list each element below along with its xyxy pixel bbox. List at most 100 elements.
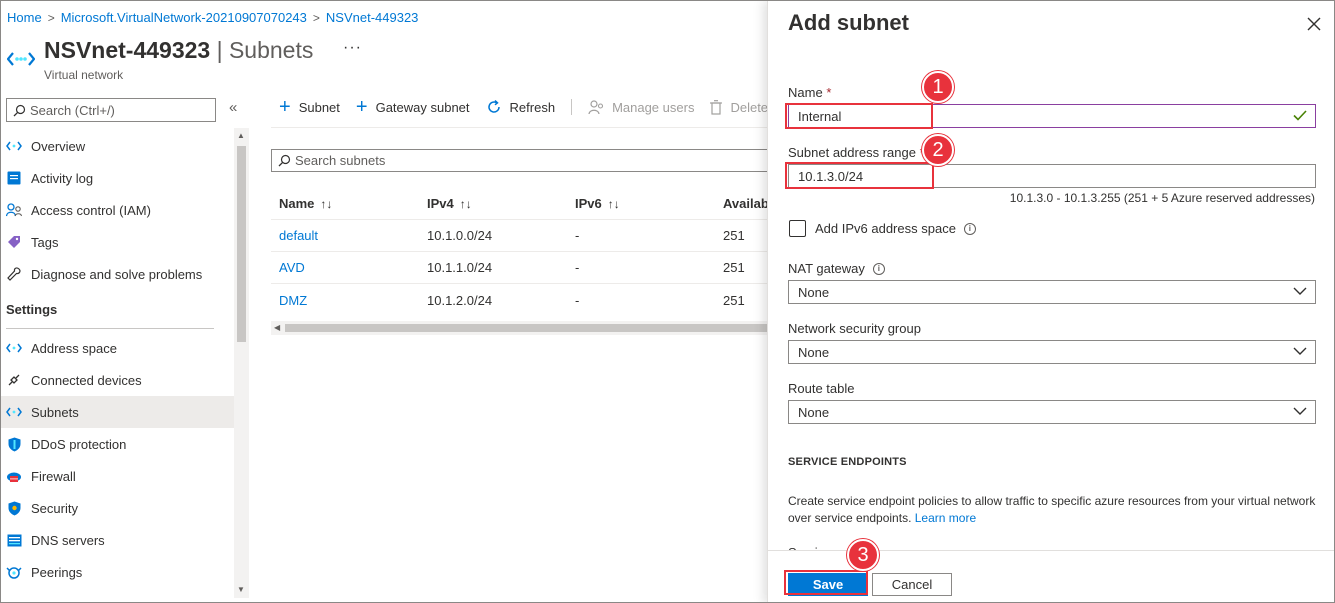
nav-label: Diagnose and solve problems [31,266,203,282]
scroll-down-icon[interactable]: ▼ [237,585,245,594]
nav-item-diagnose[interactable]: Diagnose and solve problems [1,258,234,290]
activity-log-icon [6,170,22,186]
column-header-name[interactable]: Name ↑↓ [271,196,419,211]
nav-item-firewall[interactable]: Firewall [1,460,234,492]
scroll-up-icon[interactable]: ▲ [237,131,245,140]
refresh-button[interactable]: Refresh [486,99,555,115]
dns-icon [6,532,22,548]
column-header-ipv6[interactable]: IPv6 ↑↓ [567,196,715,211]
peering-icon [6,564,22,580]
nsg-select[interactable]: None [788,340,1316,364]
search-icon [278,154,291,167]
subnet-name-link[interactable]: default [271,228,419,243]
annotation-highlight-name [785,103,933,129]
close-icon[interactable] [1303,13,1325,35]
more-options-icon[interactable]: ··· [343,39,362,57]
nat-gateway-value: None [798,284,830,300]
address-range-helper: 10.1.3.0 - 10.1.3.255 (251 + 5 Azure res… [1009,191,1315,205]
column-header-available[interactable]: Available [715,196,767,211]
chevron-down-icon [1293,407,1307,415]
route-table-value: None [798,404,830,420]
toolbar-divider-line [271,127,767,128]
cancel-button[interactable]: Cancel [872,573,952,596]
ipv4-cell: 10.1.1.0/24 [427,260,493,275]
scroll-left-icon[interactable]: ◀ [274,323,280,332]
nav-item-ddos-protection[interactable]: DDoS protection [1,428,234,460]
subnet-name-link[interactable]: AVD [271,260,419,275]
toolbar-divider [571,99,573,115]
vnet-icon [6,404,22,420]
scrollbar-thumb[interactable] [285,324,767,332]
route-table-select[interactable]: None [788,400,1316,424]
ipv6-label: Add IPv6 address space i [815,221,976,236]
iam-icon [6,202,22,218]
service-endpoints-description: Create service endpoint policies to allo… [788,493,1328,527]
command-bar: + Subnet + Gateway subnet Refresh Manage u… [279,96,784,118]
title-separator: | [216,37,223,63]
header-label: IPv4 [427,196,454,211]
nav-label: Address space [31,340,117,356]
sort-icon: ↑↓ [607,197,620,211]
name-label: Name * [788,85,831,100]
manage-users-button[interactable]: Manage users [588,100,694,115]
nav-item-subnets[interactable]: Subnets [1,396,234,428]
address-range-label-text: Subnet address range [788,145,916,160]
nav-item-activity-log[interactable]: Activity log [1,162,234,194]
breadcrumb-separator-icon: > [312,11,320,25]
nav-label: DDoS protection [31,436,127,452]
collapse-nav-icon[interactable]: « [229,99,237,116]
address-range-label: Subnet address range * [788,145,925,160]
delete-button[interactable]: Delete [710,100,768,115]
nav-item-overview[interactable]: Overview [1,130,234,162]
add-gateway-subnet-button[interactable]: + Gateway subnet [355,96,470,118]
users-icon [588,99,604,114]
learn-more-link[interactable]: Learn more [915,511,976,525]
subnet-search-input[interactable]: Search subnets [271,149,771,172]
nav-item-peerings[interactable]: Peerings [1,556,234,588]
nav-item-security[interactable]: Security [1,492,234,524]
service-desc-text: Create service endpoint policies to allo… [788,494,1316,525]
nav-label: Connected devices [31,372,142,388]
nav-scrollbar[interactable]: ▲ ▼ [234,128,249,598]
header-label: Name [279,196,315,211]
available-cell: 251 [723,292,745,308]
breadcrumb-home[interactable]: Home [7,10,42,25]
nav-item-tags[interactable]: Tags [1,226,234,258]
info-icon[interactable]: i [963,222,976,235]
subnet-name-link[interactable]: DMZ [271,293,419,308]
nav-label: Security [31,500,78,516]
subnets-table: Name ↑↓ IPv4 ↑↓ IPv6 ↑↓ Available default 1… [271,188,767,316]
annotation-badge-2: 2 [922,134,954,166]
nav-item-dns-servers[interactable]: DNS servers [1,524,234,556]
nav-label: Access control (IAM) [31,202,151,218]
plus-icon: + [355,96,368,118]
breadcrumb-current[interactable]: NSVnet-449323 [326,10,419,25]
scrollbar-thumb[interactable] [237,146,246,342]
annotation-badge-1: 1 [922,71,954,103]
nav-search-input[interactable]: Search (Ctrl+/) [6,98,216,122]
chevron-down-icon [1293,347,1307,355]
delete-label: Delete [730,99,769,115]
ipv4-cell: 10.1.2.0/24 [427,292,493,308]
nav-label: Tags [31,234,59,250]
add-subnet-button[interactable]: + Subnet [279,96,340,118]
sort-icon: ↑↓ [320,197,333,211]
nat-gateway-select[interactable]: None [788,280,1316,304]
table-horizontal-scrollbar[interactable]: ◀ [271,321,767,335]
info-icon[interactable]: i [872,262,885,275]
nav-item-connected-devices[interactable]: Connected devices [1,364,234,396]
ipv6-checkbox[interactable] [789,220,806,237]
breadcrumb-resource-group[interactable]: Microsoft.VirtualNetwork-20210907070243 [61,10,307,25]
plus-icon: + [279,96,291,118]
nav-item-access-control[interactable]: Access control (IAM) [1,194,234,226]
nav-label: Overview [31,138,86,154]
section-name: Subnets [228,37,314,63]
table-row: AVD 10.1.1.0/24 - 251 [271,252,767,284]
column-header-ipv4[interactable]: IPv4 ↑↓ [419,196,567,211]
vnet-icon [6,138,22,154]
available-cell: 251 [723,228,745,243]
ipv6-cell: - [575,292,580,308]
annotation-highlight-save [784,570,868,595]
security-icon [6,500,22,516]
nav-item-address-space[interactable]: Address space [1,332,234,364]
